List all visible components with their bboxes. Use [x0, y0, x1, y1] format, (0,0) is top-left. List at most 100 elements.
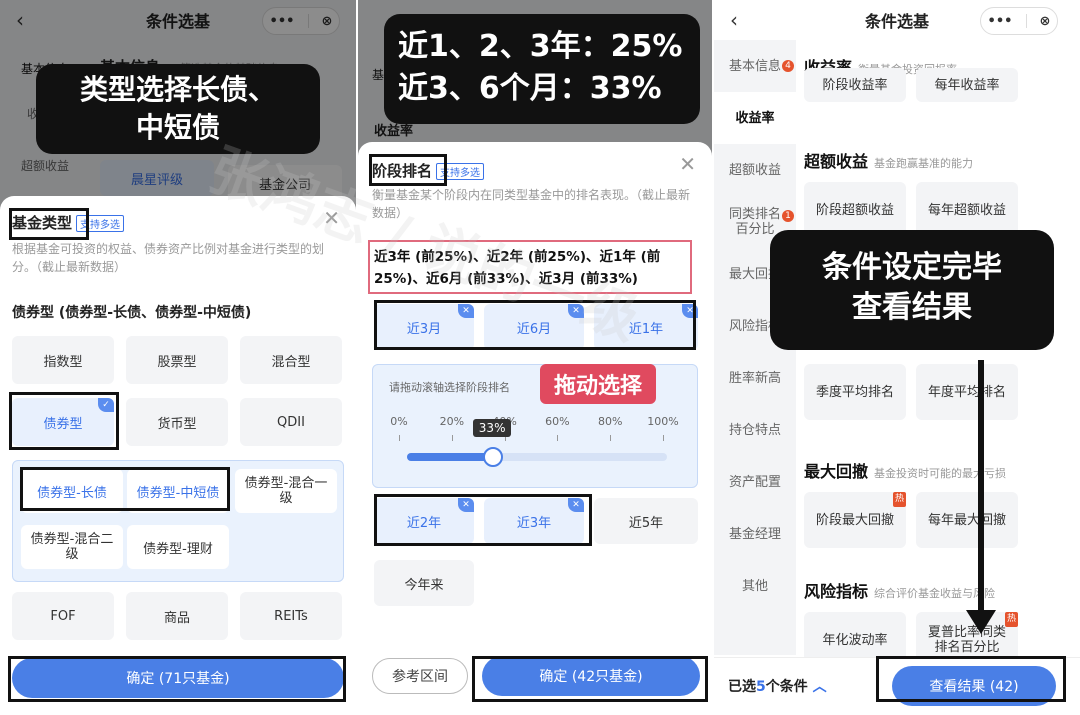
chip-money[interactable]: 货币型	[126, 398, 228, 446]
sidebar-item[interactable]: 超额收益	[714, 144, 796, 196]
chip-index[interactable]: 指数型	[12, 336, 114, 384]
chip-label: 阶段最大回撤	[815, 512, 894, 528]
selected-suffix: 个条件	[765, 679, 808, 695]
highlight-box	[8, 656, 346, 702]
slider-value-tooltip: 33%	[472, 419, 512, 437]
highlight-box	[20, 467, 230, 511]
count-badge: 1	[782, 210, 794, 222]
sheet-desc: 根据基金可投资的权益、债券资产比例对基金进行类型的划分。（截止最新数据）	[12, 242, 325, 274]
chip-label: 季度平均排名	[815, 384, 894, 400]
drag-tip-label: 拖动选择	[540, 364, 657, 404]
slider-thumb[interactable]	[482, 447, 503, 467]
section-subtitle: 基金投资时可能的最大亏损	[874, 467, 1007, 480]
sidebar-item-label: 基金经理	[728, 526, 781, 542]
sidebar-item-label: 收益率	[735, 110, 775, 126]
slider-tick-label: 20%	[439, 415, 465, 428]
sidebar-item[interactable]: 基本信息 4	[714, 40, 796, 92]
sidebar-item[interactable]: 持仓特点	[714, 404, 796, 456]
chip-stock[interactable]: 股票型	[126, 336, 228, 384]
section-header: 超额收益 基金跑赢基准的能力	[804, 148, 973, 172]
chip-bond-mixed1[interactable]: 债券型-混合一级	[235, 469, 337, 513]
selected-prefix: 已选	[728, 679, 756, 695]
panel-fund-type: ‹ 条件选基 •••⊗ 基本信息 收益率 超额收益 基本信息 筛选基金的基础信息…	[0, 0, 356, 715]
chip-ytd[interactable]: 今年来	[374, 560, 474, 606]
sidebar-item[interactable]: 其他	[714, 560, 796, 612]
sheet-desc: 衡量基金某个阶段内在同类型基金中的排名表现。（截止最新数据）	[372, 188, 691, 220]
chip-label: 每年收益率	[934, 77, 1000, 93]
chip-mixed[interactable]: 混合型	[240, 336, 342, 384]
sidebar-item[interactable]: 资产配置	[714, 456, 796, 508]
slider-tick-mark	[451, 435, 453, 441]
count-badge: 4	[782, 60, 794, 72]
slider-tick-mark	[663, 435, 664, 441]
selected-count: 5	[756, 679, 766, 695]
condition-chip[interactable]: 每年收益率	[916, 68, 1018, 102]
panel-stage-rank: 收益率 基 ✕ 阶段排名 支持多选 衡量基金某个阶段内在同类型基金中的排名表现。（…	[358, 0, 712, 715]
condition-chip[interactable]: 季度平均排名	[804, 364, 906, 420]
chevron-up-icon: ︿	[812, 679, 827, 695]
chip-label: 年化波动率	[822, 632, 888, 648]
slider-tick-mark	[557, 435, 559, 441]
section-subtitle: 综合评价基金收益与风险	[874, 587, 996, 600]
more-icon[interactable]: •••	[988, 14, 1013, 29]
highlight-box	[369, 154, 447, 186]
chip-label: 阶段收益率	[822, 77, 888, 93]
arrow-head-icon	[966, 610, 996, 634]
sidebar-item[interactable]: 基金经理	[714, 508, 796, 560]
chip-fof[interactable]: FOF	[12, 592, 114, 640]
chip-label: 阶段超额收益	[815, 202, 894, 218]
bottom-sheet: ✕ 基金类型 支持多选 根据基金可投资的权益、债券资产比例对基金进行类型的划分。（…	[0, 196, 356, 715]
slider-fill	[407, 453, 493, 461]
slider-tick-mark	[399, 435, 400, 441]
section-title: 超额收益	[804, 152, 869, 171]
condition-chip[interactable]: 阶段收益率	[804, 68, 906, 102]
callout-text: 近1、2、3年：25% 近3、6个月：33%	[384, 14, 700, 124]
sidebar-item-label: 持仓特点	[728, 422, 781, 438]
highlight-box	[374, 494, 592, 546]
slider-hint: 请拖动滚轴选择阶段排名	[389, 381, 510, 394]
condition-chip[interactable]: 每年最大回撤	[916, 492, 1018, 548]
callout-text: 类型选择长债、 中短债	[36, 64, 320, 154]
slider-tick-label: 60%	[545, 415, 570, 428]
chip-label: 每年超额收益	[927, 202, 1006, 218]
selected-summary: 近3年 (前25%)、近2年 (前25%)、近1年 (前25%)、近6月 (前3…	[368, 240, 692, 294]
sidebar-item-label: 超额收益	[728, 162, 781, 178]
panel-result: ‹ 条件选基 ••• ⊗ 基本信息 4 收益率 超额收益 同类排名 百分比 1 最大回撤 风险指…	[714, 0, 1080, 715]
selected-conditions[interactable]: 已选5个条件 ︿	[728, 676, 827, 696]
sidebar-item-label: 胜率新高	[728, 370, 781, 386]
sidebar-item[interactable]: 胜率新高	[714, 352, 796, 404]
bottom-sheet: ✕ 阶段排名 支持多选 衡量基金某个阶段内在同类型基金中的排名表现。（截止最新数据…	[358, 142, 712, 715]
chip-qdii[interactable]: QDII	[240, 398, 342, 446]
reference-range-button[interactable]: 参考区间	[372, 658, 468, 694]
app-title: 条件选基	[864, 12, 929, 31]
slider-scale: 0%20%40%60%80%100%	[390, 415, 679, 445]
condition-chip[interactable]: 阶段最大回撤 热	[804, 492, 906, 548]
close-icon[interactable]: ⊗	[1040, 14, 1051, 29]
top-bar: ‹ 条件选基 ••• ⊗	[714, 0, 1080, 40]
section-header: 最大回撤 基金投资时可能的最大亏损	[804, 458, 1006, 482]
slider-tick-mark	[610, 435, 612, 441]
back-icon[interactable]: ‹	[730, 8, 738, 32]
close-icon[interactable]: ✕	[679, 152, 696, 176]
sidebar-item[interactable]: 收益率	[714, 92, 796, 144]
chip-bond-wealth[interactable]: 债券型-理财	[127, 525, 229, 569]
chip-label: 每年最大回撤	[927, 512, 1006, 528]
chip-bond-mixed2[interactable]: 债券型-混合二级	[21, 525, 123, 569]
section-subtitle: 基金跑赢基准的能力	[874, 157, 974, 170]
chip-5y[interactable]: 近5年	[594, 498, 698, 544]
chip-commodity[interactable]: 商品	[126, 592, 228, 640]
callout-text: 条件设定完毕 查看结果	[770, 230, 1054, 350]
sidebar-item-label: 资产配置	[728, 474, 781, 490]
hot-badge: 热	[1004, 612, 1018, 627]
highlight-box	[876, 656, 1066, 702]
chip-reits[interactable]: REITs	[240, 592, 342, 640]
chip-label: 年度平均排名	[927, 384, 1006, 400]
highlight-box	[472, 656, 708, 702]
arrow-shaft	[978, 360, 984, 614]
sidebar-item-label: 其他	[741, 578, 768, 594]
highlight-box	[9, 392, 119, 450]
close-icon[interactable]: ✕	[323, 206, 340, 230]
slider-track[interactable]: 33%	[407, 419, 667, 467]
highlight-box	[9, 208, 89, 240]
condition-chip[interactable]: 年度平均排名	[916, 364, 1018, 420]
